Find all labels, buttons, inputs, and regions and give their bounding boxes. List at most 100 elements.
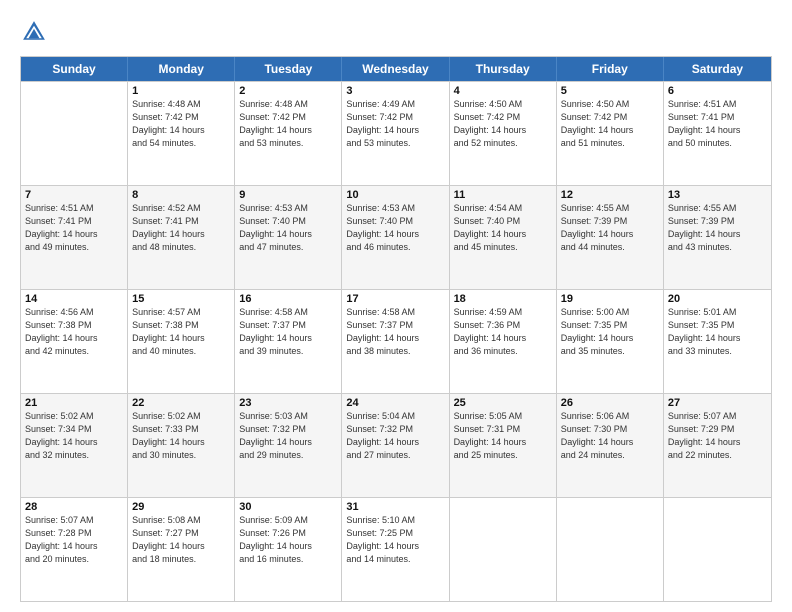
calendar-cell-15: 15Sunrise: 4:57 AMSunset: 7:38 PMDayligh… [128, 290, 235, 393]
cell-info: Sunrise: 5:01 AMSunset: 7:35 PMDaylight:… [668, 306, 767, 358]
cell-info: Sunrise: 4:59 AMSunset: 7:36 PMDaylight:… [454, 306, 552, 358]
day-number: 22 [132, 397, 230, 409]
cell-info: Sunrise: 5:09 AMSunset: 7:26 PMDaylight:… [239, 514, 337, 566]
calendar-body: 1Sunrise: 4:48 AMSunset: 7:42 PMDaylight… [21, 81, 771, 601]
cell-info: Sunrise: 4:48 AMSunset: 7:42 PMDaylight:… [132, 98, 230, 150]
day-number: 23 [239, 397, 337, 409]
cell-info: Sunrise: 5:07 AMSunset: 7:29 PMDaylight:… [668, 410, 767, 462]
weekday-header-wednesday: Wednesday [342, 57, 449, 81]
cell-info: Sunrise: 4:55 AMSunset: 7:39 PMDaylight:… [561, 202, 659, 254]
weekday-header-monday: Monday [128, 57, 235, 81]
day-number: 16 [239, 293, 337, 305]
cell-info: Sunrise: 4:49 AMSunset: 7:42 PMDaylight:… [346, 98, 444, 150]
cell-info: Sunrise: 5:02 AMSunset: 7:33 PMDaylight:… [132, 410, 230, 462]
calendar-cell-14: 14Sunrise: 4:56 AMSunset: 7:38 PMDayligh… [21, 290, 128, 393]
day-number: 1 [132, 85, 230, 97]
cell-info: Sunrise: 5:06 AMSunset: 7:30 PMDaylight:… [561, 410, 659, 462]
cell-info: Sunrise: 4:54 AMSunset: 7:40 PMDaylight:… [454, 202, 552, 254]
cell-info: Sunrise: 5:00 AMSunset: 7:35 PMDaylight:… [561, 306, 659, 358]
cell-info: Sunrise: 4:50 AMSunset: 7:42 PMDaylight:… [454, 98, 552, 150]
calendar-header: SundayMondayTuesdayWednesdayThursdayFrid… [21, 57, 771, 81]
calendar-cell-27: 27Sunrise: 5:07 AMSunset: 7:29 PMDayligh… [664, 394, 771, 497]
day-number: 6 [668, 85, 767, 97]
calendar-cell-22: 22Sunrise: 5:02 AMSunset: 7:33 PMDayligh… [128, 394, 235, 497]
day-number: 2 [239, 85, 337, 97]
cell-info: Sunrise: 4:55 AMSunset: 7:39 PMDaylight:… [668, 202, 767, 254]
day-number: 29 [132, 501, 230, 513]
calendar-cell-5: 5Sunrise: 4:50 AMSunset: 7:42 PMDaylight… [557, 82, 664, 185]
day-number: 11 [454, 189, 552, 201]
calendar-cell-6: 6Sunrise: 4:51 AMSunset: 7:41 PMDaylight… [664, 82, 771, 185]
cell-info: Sunrise: 5:02 AMSunset: 7:34 PMDaylight:… [25, 410, 123, 462]
cell-info: Sunrise: 4:58 AMSunset: 7:37 PMDaylight:… [346, 306, 444, 358]
cell-info: Sunrise: 4:51 AMSunset: 7:41 PMDaylight:… [668, 98, 767, 150]
day-number: 15 [132, 293, 230, 305]
day-number: 30 [239, 501, 337, 513]
cell-info: Sunrise: 4:48 AMSunset: 7:42 PMDaylight:… [239, 98, 337, 150]
cell-info: Sunrise: 4:53 AMSunset: 7:40 PMDaylight:… [239, 202, 337, 254]
day-number: 4 [454, 85, 552, 97]
calendar-cell-21: 21Sunrise: 5:02 AMSunset: 7:34 PMDayligh… [21, 394, 128, 497]
weekday-header-thursday: Thursday [450, 57, 557, 81]
calendar-cell-17: 17Sunrise: 4:58 AMSunset: 7:37 PMDayligh… [342, 290, 449, 393]
calendar-cell-9: 9Sunrise: 4:53 AMSunset: 7:40 PMDaylight… [235, 186, 342, 289]
cell-info: Sunrise: 5:03 AMSunset: 7:32 PMDaylight:… [239, 410, 337, 462]
calendar-cell-24: 24Sunrise: 5:04 AMSunset: 7:32 PMDayligh… [342, 394, 449, 497]
calendar-cell-28: 28Sunrise: 5:07 AMSunset: 7:28 PMDayligh… [21, 498, 128, 601]
calendar-cell-12: 12Sunrise: 4:55 AMSunset: 7:39 PMDayligh… [557, 186, 664, 289]
calendar-cell-7: 7Sunrise: 4:51 AMSunset: 7:41 PMDaylight… [21, 186, 128, 289]
cell-info: Sunrise: 5:05 AMSunset: 7:31 PMDaylight:… [454, 410, 552, 462]
calendar-cell-empty [557, 498, 664, 601]
day-number: 31 [346, 501, 444, 513]
calendar-row-2: 7Sunrise: 4:51 AMSunset: 7:41 PMDaylight… [21, 185, 771, 289]
day-number: 10 [346, 189, 444, 201]
cell-info: Sunrise: 4:50 AMSunset: 7:42 PMDaylight:… [561, 98, 659, 150]
calendar-row-4: 21Sunrise: 5:02 AMSunset: 7:34 PMDayligh… [21, 393, 771, 497]
calendar-cell-10: 10Sunrise: 4:53 AMSunset: 7:40 PMDayligh… [342, 186, 449, 289]
cell-info: Sunrise: 4:58 AMSunset: 7:37 PMDaylight:… [239, 306, 337, 358]
calendar-cell-2: 2Sunrise: 4:48 AMSunset: 7:42 PMDaylight… [235, 82, 342, 185]
day-number: 18 [454, 293, 552, 305]
cell-info: Sunrise: 5:04 AMSunset: 7:32 PMDaylight:… [346, 410, 444, 462]
day-number: 21 [25, 397, 123, 409]
cell-info: Sunrise: 4:56 AMSunset: 7:38 PMDaylight:… [25, 306, 123, 358]
calendar-cell-31: 31Sunrise: 5:10 AMSunset: 7:25 PMDayligh… [342, 498, 449, 601]
cell-info: Sunrise: 5:08 AMSunset: 7:27 PMDaylight:… [132, 514, 230, 566]
cell-info: Sunrise: 4:52 AMSunset: 7:41 PMDaylight:… [132, 202, 230, 254]
calendar-cell-23: 23Sunrise: 5:03 AMSunset: 7:32 PMDayligh… [235, 394, 342, 497]
calendar-cell-8: 8Sunrise: 4:52 AMSunset: 7:41 PMDaylight… [128, 186, 235, 289]
calendar-cell-13: 13Sunrise: 4:55 AMSunset: 7:39 PMDayligh… [664, 186, 771, 289]
calendar-row-5: 28Sunrise: 5:07 AMSunset: 7:28 PMDayligh… [21, 497, 771, 601]
day-number: 20 [668, 293, 767, 305]
calendar-cell-11: 11Sunrise: 4:54 AMSunset: 7:40 PMDayligh… [450, 186, 557, 289]
calendar-cell-25: 25Sunrise: 5:05 AMSunset: 7:31 PMDayligh… [450, 394, 557, 497]
calendar-cell-16: 16Sunrise: 4:58 AMSunset: 7:37 PMDayligh… [235, 290, 342, 393]
header [20, 18, 772, 46]
calendar-row-3: 14Sunrise: 4:56 AMSunset: 7:38 PMDayligh… [21, 289, 771, 393]
cell-info: Sunrise: 4:53 AMSunset: 7:40 PMDaylight:… [346, 202, 444, 254]
cell-info: Sunrise: 5:10 AMSunset: 7:25 PMDaylight:… [346, 514, 444, 566]
day-number: 24 [346, 397, 444, 409]
day-number: 14 [25, 293, 123, 305]
cell-info: Sunrise: 4:57 AMSunset: 7:38 PMDaylight:… [132, 306, 230, 358]
calendar-cell-empty [450, 498, 557, 601]
calendar-cell-empty [21, 82, 128, 185]
calendar-cell-20: 20Sunrise: 5:01 AMSunset: 7:35 PMDayligh… [664, 290, 771, 393]
day-number: 28 [25, 501, 123, 513]
day-number: 9 [239, 189, 337, 201]
day-number: 7 [25, 189, 123, 201]
calendar-cell-18: 18Sunrise: 4:59 AMSunset: 7:36 PMDayligh… [450, 290, 557, 393]
calendar-cell-26: 26Sunrise: 5:06 AMSunset: 7:30 PMDayligh… [557, 394, 664, 497]
day-number: 3 [346, 85, 444, 97]
calendar-cell-30: 30Sunrise: 5:09 AMSunset: 7:26 PMDayligh… [235, 498, 342, 601]
logo [20, 18, 52, 46]
weekday-header-saturday: Saturday [664, 57, 771, 81]
generalblue-icon [20, 18, 48, 46]
calendar-cell-19: 19Sunrise: 5:00 AMSunset: 7:35 PMDayligh… [557, 290, 664, 393]
day-number: 12 [561, 189, 659, 201]
weekday-header-sunday: Sunday [21, 57, 128, 81]
day-number: 25 [454, 397, 552, 409]
day-number: 19 [561, 293, 659, 305]
day-number: 13 [668, 189, 767, 201]
calendar-cell-29: 29Sunrise: 5:08 AMSunset: 7:27 PMDayligh… [128, 498, 235, 601]
